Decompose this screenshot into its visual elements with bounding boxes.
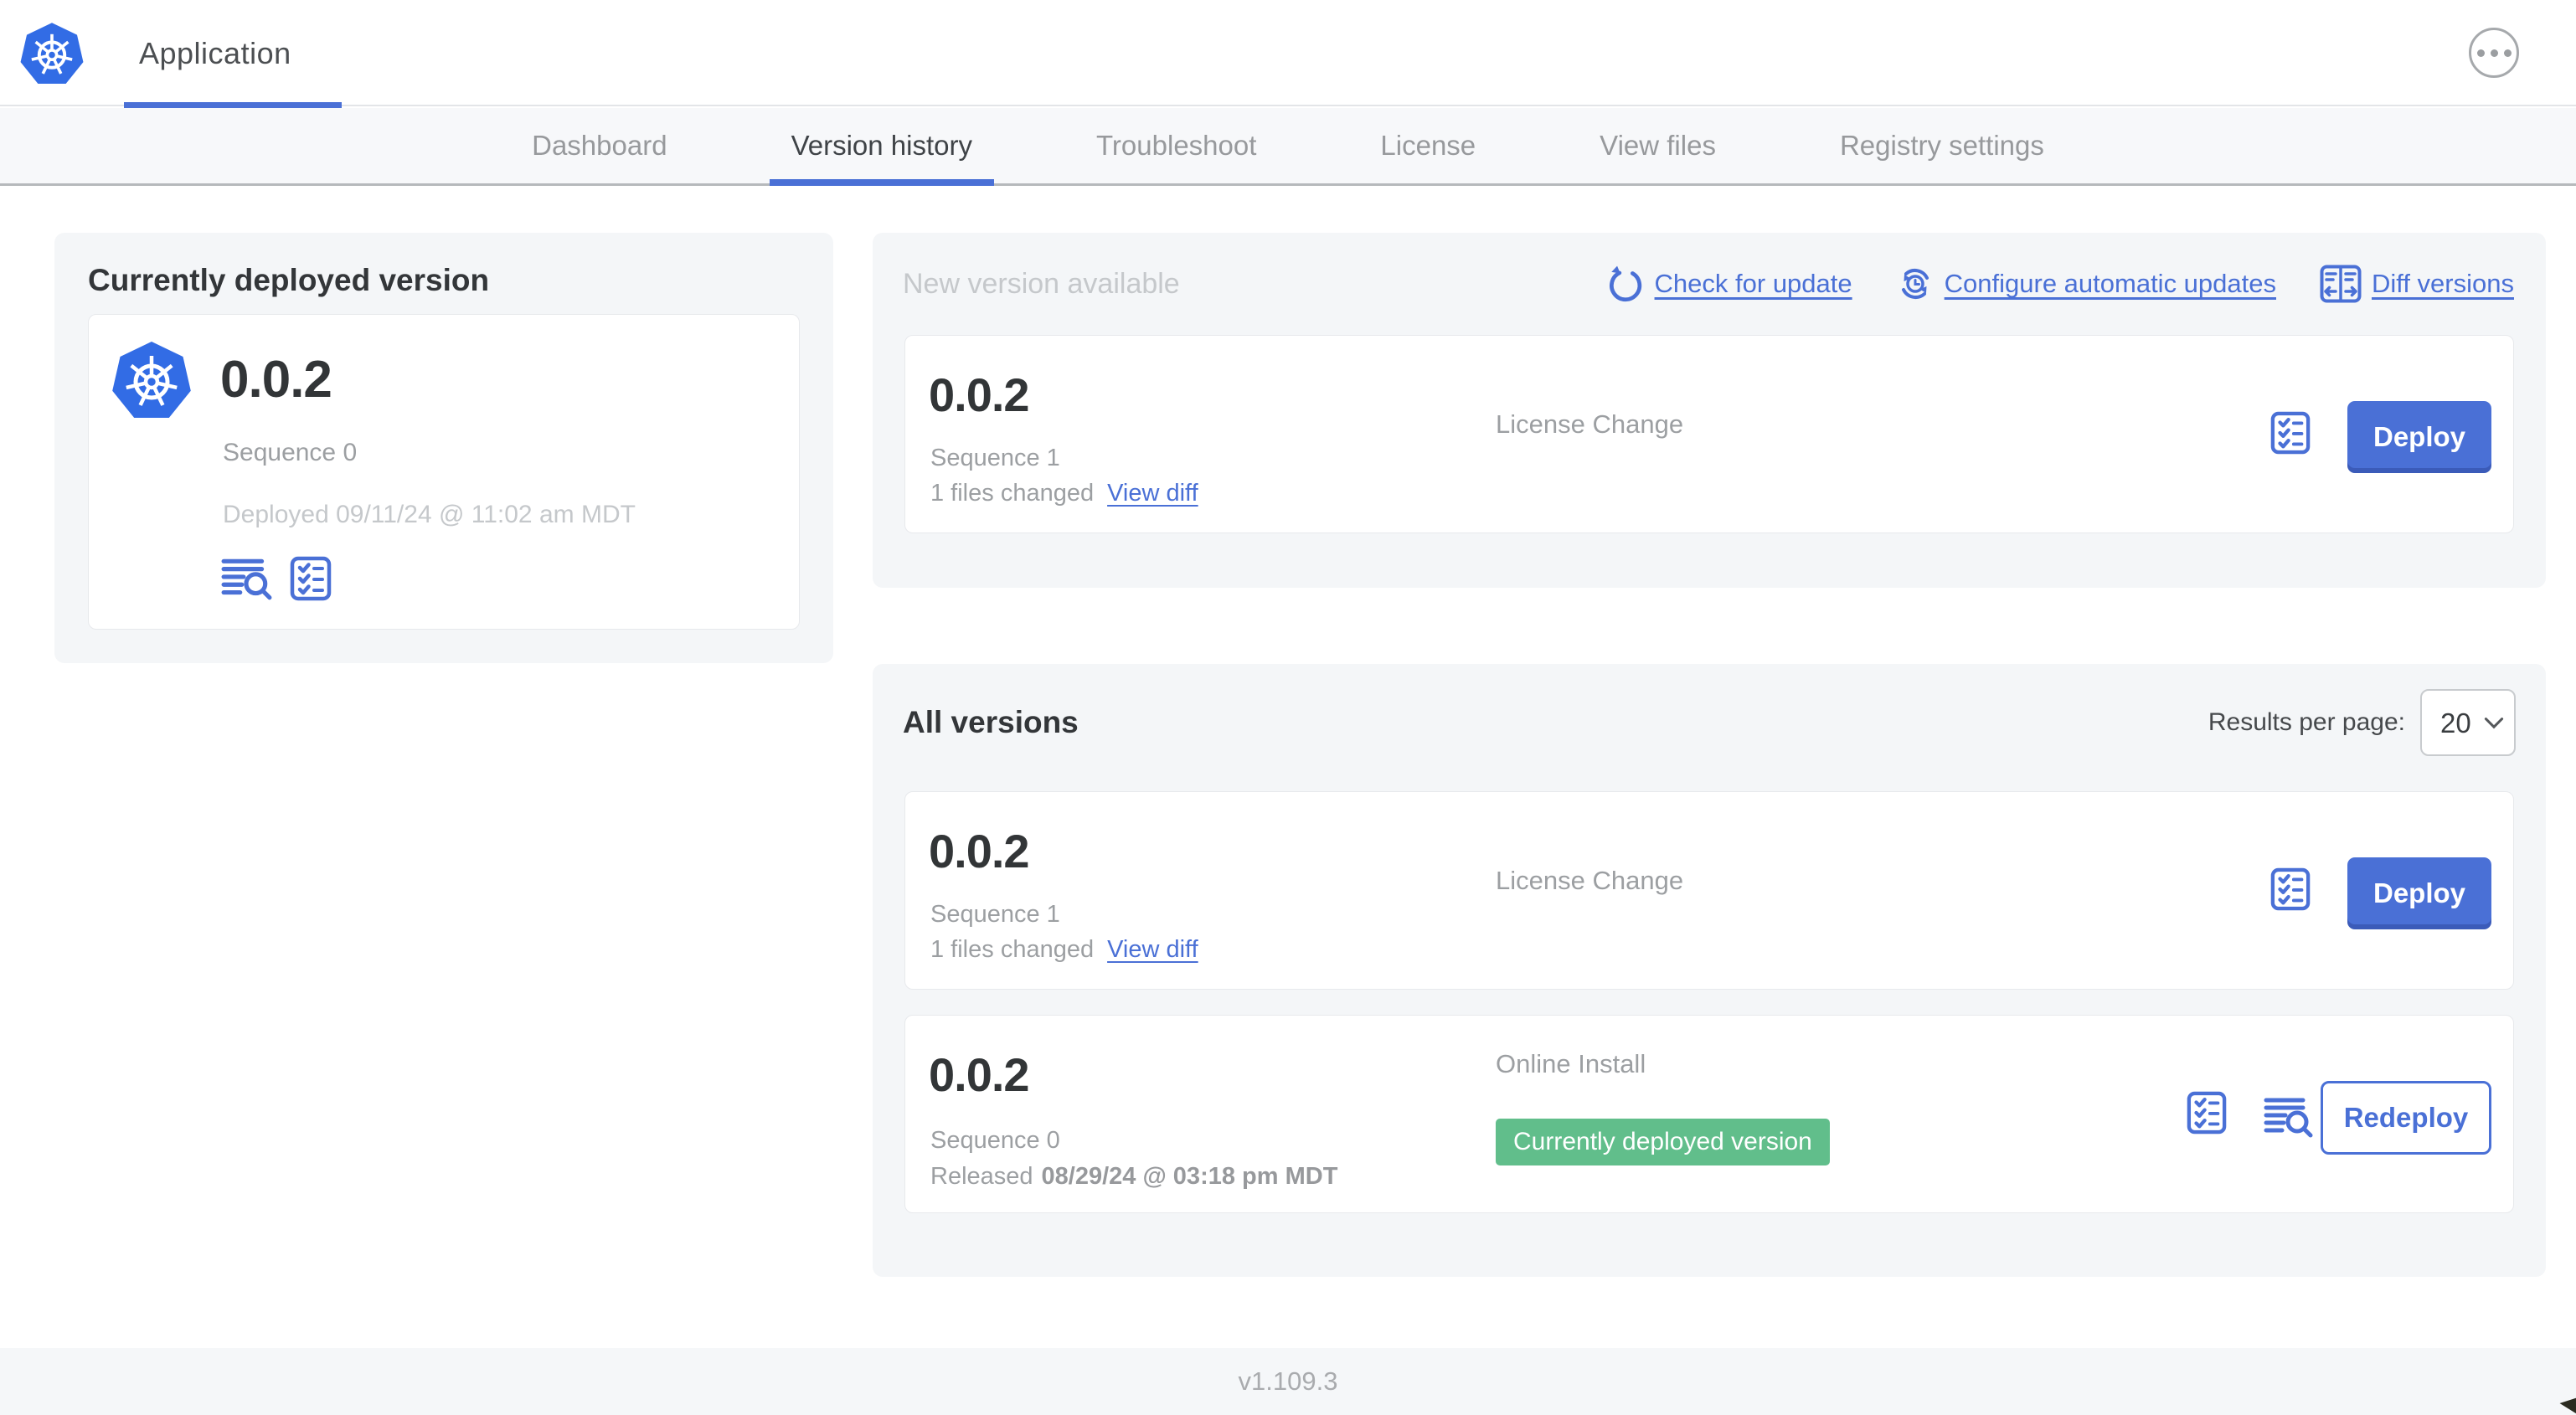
more-options-button[interactable] bbox=[2469, 28, 2519, 78]
diff-versions-link[interactable]: Diff versions bbox=[2320, 265, 2514, 303]
currently-deployed-badge: Currently deployed version bbox=[1496, 1119, 1830, 1165]
console-version: v1.109.3 bbox=[1238, 1366, 1338, 1396]
version-sequence: Sequence 1 bbox=[930, 445, 1060, 471]
version-row: 0.0.2 Sequence 0 Released 08/29/24 @ 03:1… bbox=[904, 1015, 2514, 1213]
version-number: 0.0.2 bbox=[929, 1048, 1030, 1101]
all-versions-panel: All versions Results per page: 20 0.0.2 … bbox=[873, 664, 2546, 1277]
files-changed: 1 files changed bbox=[930, 480, 1095, 507]
version-source: License Change bbox=[1496, 409, 1684, 439]
all-versions-title: All versions bbox=[903, 705, 1079, 739]
tab-troubleshoot[interactable]: Troubleshoot bbox=[1034, 108, 1318, 183]
tab-version-history[interactable]: Version history bbox=[729, 108, 1034, 186]
tab-registry-settings[interactable]: Registry settings bbox=[1778, 108, 2106, 183]
current-sequence: Sequence 0 bbox=[223, 439, 358, 466]
redeploy-button[interactable]: Redeploy bbox=[2321, 1081, 2491, 1155]
app-nav: Dashboard Version history Troubleshoot L… bbox=[0, 108, 2576, 186]
currently-deployed-card: 0.0.2 Sequence 0 Deployed 09/11/24 @ 11:… bbox=[88, 314, 800, 630]
currently-deployed-title: Currently deployed version bbox=[88, 263, 490, 297]
active-app-tab-underline bbox=[124, 102, 342, 108]
tab-dashboard[interactable]: Dashboard bbox=[470, 108, 729, 183]
tab-view-files[interactable]: View files bbox=[1538, 108, 1778, 183]
new-version-card: 0.0.2 Sequence 1 1 files changed View di… bbox=[904, 335, 2514, 533]
check-update-icon bbox=[1606, 265, 1645, 303]
files-changed: 1 files changed bbox=[930, 936, 1095, 963]
version-released-timestamp: Released 08/29/24 @ 03:18 pm MDT bbox=[930, 1163, 1338, 1190]
deploy-button[interactable]: Deploy bbox=[2347, 401, 2491, 473]
kubernetes-logo-icon bbox=[18, 20, 85, 87]
app-footer: v1.109.3 bbox=[0, 1348, 2576, 1415]
version-number: 0.0.2 bbox=[929, 825, 1030, 877]
auto-update-icon bbox=[1896, 265, 1935, 303]
view-diff-link[interactable]: View diff bbox=[1107, 480, 1198, 507]
preflight-checklist-icon[interactable] bbox=[2187, 1091, 2227, 1135]
version-number: 0.0.2 bbox=[929, 368, 1030, 421]
diff-icon bbox=[2320, 265, 2362, 303]
results-per-page-label: Results per page: bbox=[2208, 708, 2405, 736]
version-sequence: Sequence 0 bbox=[930, 1127, 1060, 1154]
kots-admin-console: Application Dashboard Version history Tr… bbox=[0, 0, 2576, 1415]
kubernetes-logo-icon bbox=[110, 338, 193, 422]
preflight-checklist-icon[interactable] bbox=[290, 556, 332, 601]
new-version-panel: New version available Check for update C… bbox=[873, 233, 2546, 588]
tab-license[interactable]: License bbox=[1318, 108, 1538, 183]
current-version-number: 0.0.2 bbox=[220, 351, 332, 409]
check-for-update-link[interactable]: Check for update bbox=[1606, 265, 1852, 303]
preflight-checklist-icon[interactable] bbox=[2270, 411, 2311, 455]
configure-automatic-updates-link[interactable]: Configure automatic updates bbox=[1896, 265, 2276, 303]
version-source: Online Install bbox=[1496, 1049, 1646, 1078]
view-diff-link[interactable]: View diff bbox=[1107, 936, 1198, 964]
preflight-checklist-icon[interactable] bbox=[2270, 867, 2311, 911]
version-row: 0.0.2 Sequence 1 1 files changed View di… bbox=[904, 791, 2514, 990]
current-deployed-timestamp: Deployed 09/11/24 @ 11:02 am MDT bbox=[223, 501, 636, 528]
version-source: License Change bbox=[1496, 866, 1684, 895]
currently-deployed-panel: Currently deployed version 0.0.2 Sequenc… bbox=[54, 233, 833, 663]
version-sequence: Sequence 1 bbox=[930, 901, 1060, 928]
deploy-button[interactable]: Deploy bbox=[2347, 857, 2491, 929]
more-options-icon bbox=[2476, 49, 2485, 57]
logs-icon[interactable] bbox=[2264, 1096, 2314, 1138]
app-header: Application bbox=[0, 0, 2576, 108]
logs-icon[interactable] bbox=[221, 557, 273, 600]
results-per-page-select[interactable]: 20 bbox=[2420, 689, 2516, 756]
app-tab[interactable]: Application bbox=[18, 0, 342, 108]
new-version-title: New version available bbox=[903, 267, 1180, 300]
app-title: Application bbox=[139, 35, 291, 70]
